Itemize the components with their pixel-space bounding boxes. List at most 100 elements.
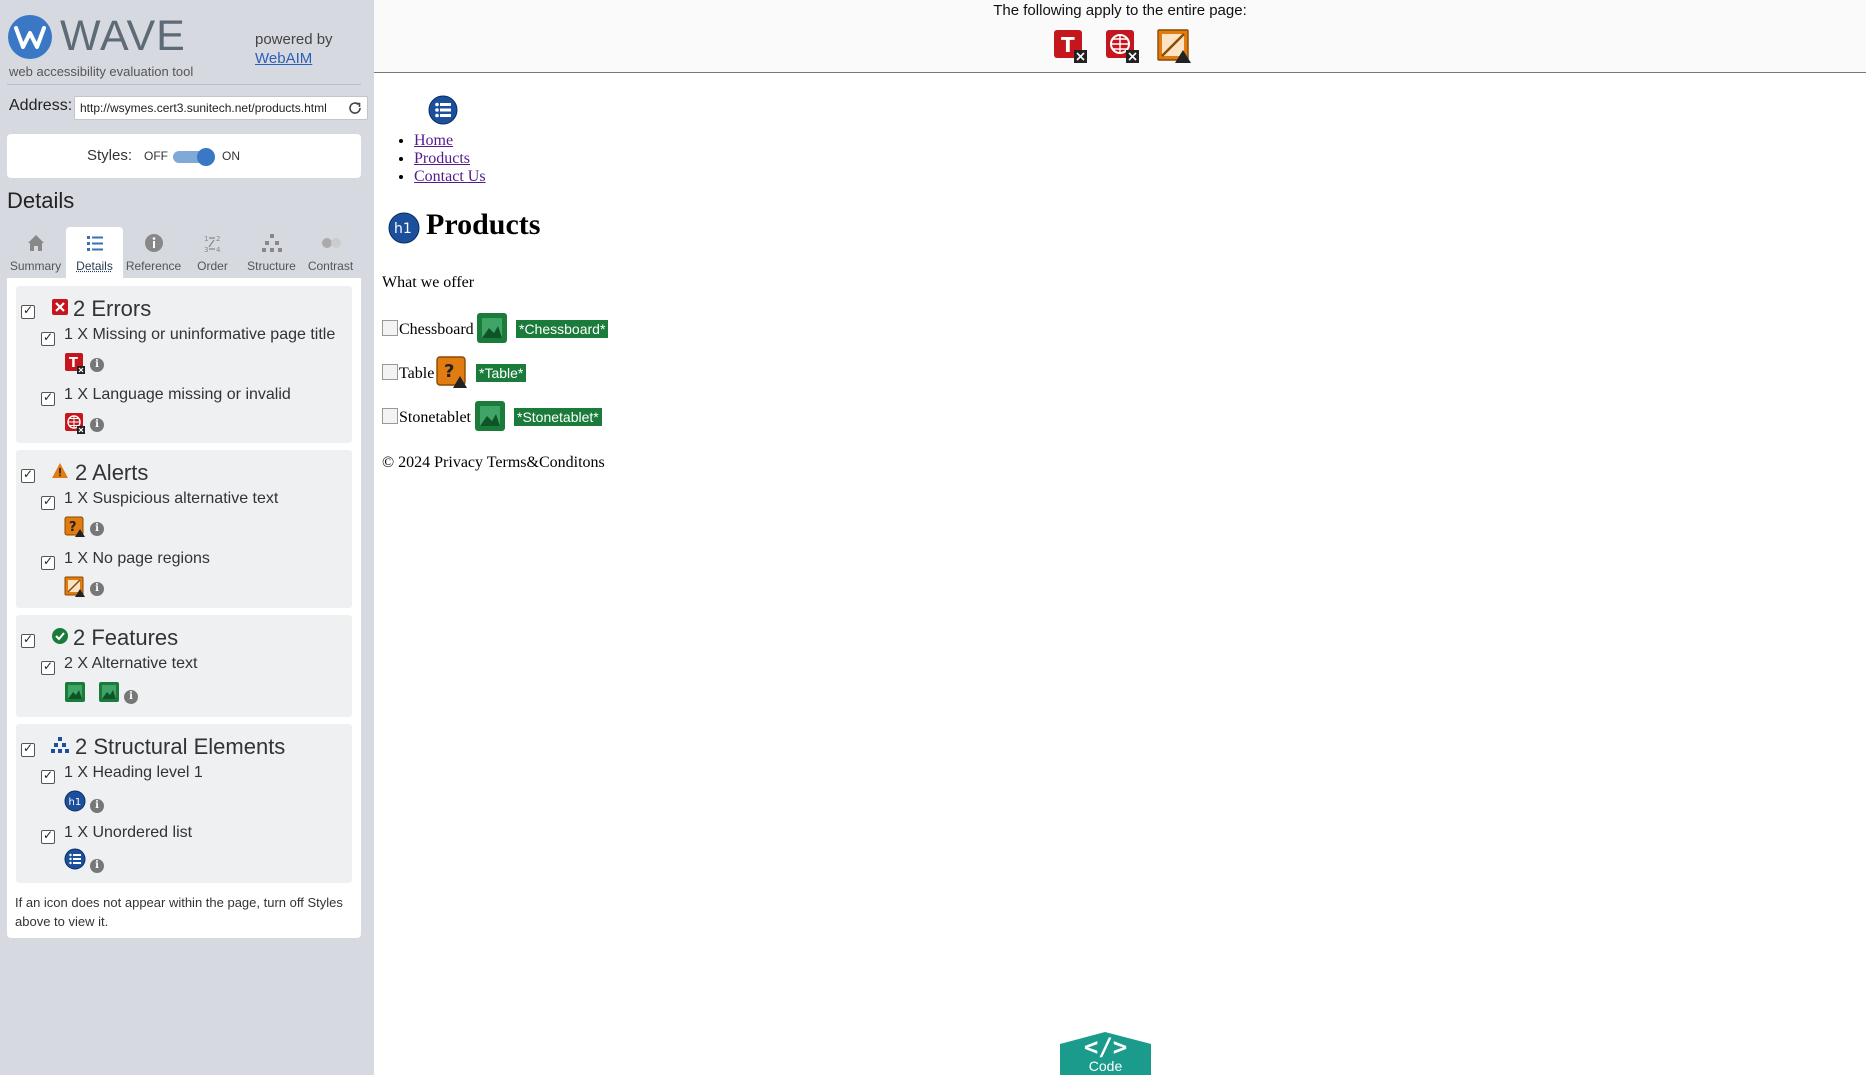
structural-checkbox[interactable] (21, 741, 35, 757)
heading-h1-icon[interactable]: h1 (388, 212, 420, 244)
reload-icon[interactable] (347, 100, 363, 116)
nav-link-home[interactable]: Home (414, 132, 453, 149)
alert-triangle-icon (52, 463, 68, 478)
nav-link-products[interactable]: Products (414, 150, 470, 167)
structure-icon (262, 234, 282, 252)
alert-item-text: 1 X Suspicious alternative text (64, 490, 279, 507)
styles-label: Styles: (87, 147, 133, 164)
info-icon[interactable]: i (90, 418, 104, 432)
alt-text-label: *Chessboard* (516, 320, 609, 338)
wave-tagline: web accessibility evaluation tool (9, 64, 194, 79)
errors-title: 2 Errors (73, 296, 152, 321)
tab-contrast[interactable]: Contrast (302, 227, 359, 278)
alert-item-checkbox[interactable] (41, 494, 55, 510)
errors-checkbox[interactable] (21, 303, 35, 319)
info-icon[interactable]: i (124, 690, 138, 704)
missing-title-error-icon[interactable]: T (64, 352, 86, 374)
errors-group: 2 Errors 1 X Missing or uninformative pa… (16, 286, 352, 443)
address-input[interactable] (80, 100, 332, 116)
alerts-group: 2 Alerts 1 X Suspicious alternative text… (16, 450, 352, 608)
info-icon[interactable]: i (90, 522, 104, 536)
broken-image: Stonetablet (382, 408, 471, 427)
tab-details[interactable]: Details (66, 227, 123, 278)
structural-item-checkbox[interactable] (41, 828, 55, 844)
image-alt-text: Chessboard (399, 321, 474, 338)
svg-text:T: T (69, 356, 78, 371)
suspicious-alt-alert-icon[interactable]: ? (436, 356, 468, 388)
alt-text-feature-icon[interactable] (64, 681, 86, 703)
unordered-list-icon[interactable] (64, 848, 86, 870)
alert-item-text: 1 X No page regions (64, 550, 210, 567)
feature-item-checkbox[interactable] (41, 659, 55, 675)
missing-title-error-icon[interactable]: T (1052, 28, 1088, 64)
unordered-list-icon[interactable] (428, 95, 458, 125)
address-field[interactable] (74, 96, 368, 120)
suspicious-alt-alert-icon[interactable]: ? (64, 516, 86, 538)
error-item-checkbox[interactable] (41, 390, 55, 406)
nav-item: Contact Us (414, 168, 486, 186)
styles-toggle[interactable] (173, 148, 215, 166)
heading-h1-icon[interactable]: h1 (64, 790, 86, 812)
alerts-checkbox[interactable] (21, 467, 35, 483)
styles-panel: Styles: OFF ON (7, 134, 361, 178)
address-row: Address: (9, 94, 368, 124)
tab-structure[interactable]: Structure (243, 227, 300, 278)
info-icon[interactable]: i (90, 859, 104, 873)
wave-brand: WAVE web accessibility evaluation tool p… (7, 12, 367, 84)
alt-text-feature-icon[interactable] (474, 400, 506, 432)
address-label: Address: (9, 97, 73, 114)
page-preview: The following apply to the entire page: … (374, 0, 1866, 1075)
image-alt-text: Stonetablet (399, 409, 471, 426)
list-icon (87, 236, 103, 251)
site-nav-list: Home Products Contact Us (414, 132, 486, 186)
code-icon: </> (1083, 1033, 1128, 1061)
error-item-checkbox[interactable] (41, 330, 55, 346)
structural-title: 2 Structural Elements (75, 734, 286, 759)
alert-item-checkbox[interactable] (41, 554, 55, 570)
info-icon[interactable]: i (90, 358, 104, 372)
svg-text:?: ? (444, 361, 454, 382)
broken-image: Table (382, 364, 434, 383)
image-alt-text: Table (399, 365, 435, 382)
svg-text:T: T (1061, 33, 1075, 57)
features-checkbox[interactable] (21, 632, 35, 648)
svg-text:3: 3 (204, 246, 208, 254)
order-icon: 12 34 (204, 235, 221, 254)
alt-text-feature-icon[interactable] (476, 312, 508, 344)
wave-logo-icon[interactable] (7, 14, 53, 60)
divider (7, 84, 361, 85)
styles-hint: If an icon does not appear within the pa… (15, 895, 343, 929)
powered-by: powered by WebAIM (255, 30, 333, 68)
heading-h1-badge-text: h1 (69, 797, 82, 808)
code-button-label: Code (1088, 1058, 1123, 1074)
code-view-button[interactable]: </> Code (1060, 1032, 1151, 1075)
alerts-title: 2 Alerts (75, 460, 149, 485)
toggle-knob (197, 148, 215, 166)
tab-reference[interactable]: Reference (125, 227, 182, 278)
page-wide-issues-banner: The following apply to the entire page: … (374, 0, 1866, 73)
nav-link-contact[interactable]: Contact Us (414, 168, 486, 185)
banner-text: The following apply to the entire page: (993, 2, 1247, 19)
info-icon[interactable]: i (90, 799, 104, 813)
tab-reference-label: Reference (125, 259, 182, 273)
panel-tabs: Summary Details Reference 12 34 Order St… (7, 227, 361, 278)
structural-item-text: 1 X Heading level 1 (64, 764, 203, 781)
svg-text:1: 1 (204, 235, 208, 243)
info-icon[interactable]: i (90, 582, 104, 596)
feature-check-icon (52, 628, 68, 644)
no-regions-alert-icon[interactable] (1156, 28, 1192, 64)
tab-summary[interactable]: Summary (7, 227, 64, 278)
alt-text-feature-icon[interactable] (98, 681, 120, 703)
styles-off-label: OFF (144, 149, 168, 163)
wave-sidebar: WAVE web accessibility evaluation tool p… (0, 0, 374, 1075)
no-regions-alert-icon[interactable] (64, 576, 86, 598)
features-group: 2 Features 2 X Alternative text i (16, 615, 352, 717)
page-heading: Products (426, 208, 541, 241)
tab-order[interactable]: 12 34 Order (184, 227, 241, 278)
structural-item-checkbox[interactable] (41, 768, 55, 784)
webaim-link[interactable]: WebAIM (255, 50, 312, 67)
language-error-icon[interactable] (1104, 28, 1140, 64)
broken-image-icon (382, 320, 398, 336)
language-error-icon[interactable] (64, 412, 86, 434)
structural-item-text: 1 X Unordered list (64, 824, 193, 841)
